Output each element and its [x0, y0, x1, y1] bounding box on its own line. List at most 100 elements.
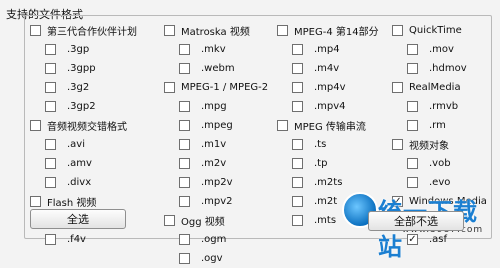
extension-checkbox[interactable]: .amv [45, 154, 137, 173]
extension-checkbox[interactable]: .m1v [179, 135, 268, 154]
extension-checkbox[interactable]: .mp2v [179, 173, 268, 192]
extension-checkbox[interactable]: .ts [292, 135, 379, 154]
extension-checkbox[interactable]: .divx [45, 173, 137, 192]
checkbox[interactable] [277, 120, 288, 131]
checkbox[interactable] [179, 44, 190, 55]
format-group-checkbox[interactable]: Matroska 视频 [164, 21, 268, 40]
extension-checkbox[interactable]: .f4v [45, 230, 137, 249]
extension-checkbox[interactable]: .m4v [292, 59, 379, 78]
extension-checkbox[interactable]: .mp4 [292, 40, 379, 59]
extension-checkbox[interactable]: .ogv [179, 249, 268, 268]
format-group-checkbox[interactable]: MPEG-1 / MPEG-2 [164, 78, 268, 97]
checkbox-label: .vob [429, 158, 451, 169]
checkbox[interactable] [179, 63, 190, 74]
checkbox[interactable] [292, 101, 303, 112]
checkbox[interactable] [292, 139, 303, 150]
checkbox[interactable] [179, 139, 190, 150]
checkbox[interactable] [164, 215, 175, 226]
checkbox-label: .3gpp [67, 63, 96, 74]
checkbox[interactable] [45, 234, 56, 245]
checkbox-label: .avi [67, 139, 86, 150]
format-group-checkbox[interactable]: 音频视频交错格式 [30, 116, 137, 135]
checkbox[interactable] [292, 196, 303, 207]
checkbox-label: .mp2v [201, 177, 233, 188]
extension-checkbox[interactable]: .3gp [45, 40, 137, 59]
checkbox[interactable] [292, 44, 303, 55]
extension-checkbox[interactable]: .mp4v [292, 78, 379, 97]
format-group-checkbox[interactable]: 第三代合作伙伴计划 [30, 21, 137, 40]
extension-checkbox[interactable]: .mpv2 [179, 192, 268, 211]
extension-checkbox[interactable]: .ogm [179, 230, 268, 249]
format-group-checkbox[interactable]: 视频对象 [392, 135, 487, 154]
checkbox[interactable] [45, 101, 56, 112]
checkbox[interactable] [179, 177, 190, 188]
checkbox[interactable] [407, 63, 418, 74]
checkbox[interactable] [30, 120, 41, 131]
checkbox-label: Ogg 视频 [181, 217, 225, 228]
checkbox[interactable] [45, 177, 56, 188]
select-all-button[interactable]: 全选 [30, 209, 126, 229]
checkbox[interactable] [407, 44, 418, 55]
extension-checkbox[interactable]: .3g2 [45, 78, 137, 97]
checkbox[interactable] [45, 139, 56, 150]
extension-checkbox[interactable]: .hdmov [407, 59, 487, 78]
checkbox[interactable] [292, 82, 303, 93]
checkbox[interactable] [30, 196, 41, 207]
format-group-checkbox[interactable]: RealMedia [392, 78, 487, 97]
extension-checkbox[interactable]: .webm [179, 59, 268, 78]
deselect-all-button[interactable]: 全部不选 [368, 211, 464, 231]
checkbox[interactable] [392, 25, 403, 36]
checkbox[interactable] [164, 25, 175, 36]
extension-checkbox[interactable]: .mpeg [179, 116, 268, 135]
format-group-checkbox[interactable]: Ogg 视频 [164, 211, 268, 230]
checkbox-label: .mpv2 [201, 196, 233, 207]
extension-checkbox[interactable]: .rm [407, 116, 487, 135]
extension-checkbox[interactable]: .mkv [179, 40, 268, 59]
checkbox[interactable] [292, 63, 303, 74]
checkbox-label: .3gp [67, 44, 90, 55]
checkbox[interactable] [179, 158, 190, 169]
checkbox-label: .ogm [201, 234, 227, 245]
extension-checkbox[interactable]: .3gp2 [45, 97, 137, 116]
checkbox[interactable] [392, 139, 403, 150]
extension-checkbox[interactable]: .3gpp [45, 59, 137, 78]
extension-checkbox[interactable]: .mov [407, 40, 487, 59]
extension-checkbox[interactable]: .m2v [179, 154, 268, 173]
checkbox[interactable] [407, 120, 418, 131]
checkbox[interactable] [30, 25, 41, 36]
checkbox-label: 视频对象 [409, 141, 449, 152]
extension-checkbox[interactable]: .mpg [179, 97, 268, 116]
extension-checkbox[interactable]: .tp [292, 154, 379, 173]
checkbox[interactable] [407, 158, 418, 169]
checkbox[interactable] [179, 253, 190, 264]
checkbox-label: .m4v [314, 63, 340, 74]
checkbox[interactable] [392, 82, 403, 93]
checkbox-label: .mpg [201, 101, 227, 112]
checkbox-label: .mp4v [314, 82, 346, 93]
checkbox[interactable] [179, 234, 190, 245]
checkbox[interactable] [164, 82, 175, 93]
format-group-checkbox[interactable]: MPEG 传输串流 [277, 116, 379, 135]
checkbox-label: .mpv4 [314, 101, 346, 112]
checkbox-label: .mp4 [314, 44, 340, 55]
format-group-checkbox[interactable]: QuickTime [392, 21, 487, 40]
checkbox[interactable] [45, 63, 56, 74]
checkbox-label: .m2v [201, 158, 227, 169]
checkbox[interactable] [292, 177, 303, 188]
extension-checkbox[interactable]: .avi [45, 135, 137, 154]
checkbox[interactable] [179, 196, 190, 207]
checkbox[interactable] [292, 158, 303, 169]
checkbox-label: 音频视频交错格式 [47, 122, 127, 133]
checkbox[interactable] [179, 120, 190, 131]
extension-checkbox[interactable]: .vob [407, 154, 487, 173]
checkbox[interactable] [45, 82, 56, 93]
checkbox[interactable] [292, 215, 303, 226]
checkbox[interactable] [407, 101, 418, 112]
checkbox[interactable] [45, 158, 56, 169]
extension-checkbox[interactable]: .rmvb [407, 97, 487, 116]
format-group-checkbox[interactable]: MPEG-4 第14部分 [277, 21, 379, 40]
extension-checkbox[interactable]: .mpv4 [292, 97, 379, 116]
checkbox[interactable] [45, 44, 56, 55]
checkbox[interactable] [179, 101, 190, 112]
checkbox[interactable] [277, 25, 288, 36]
